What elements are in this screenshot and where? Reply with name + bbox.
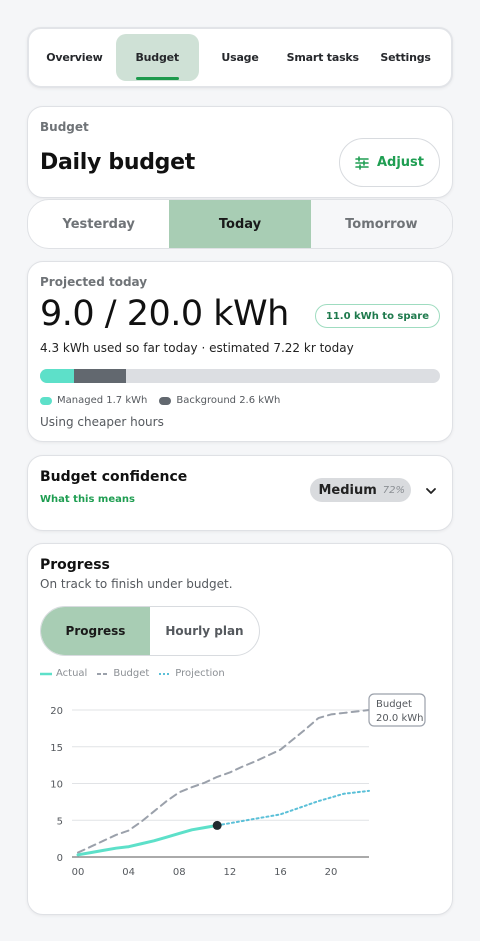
legend-background: Background 2.6 kWh	[159, 395, 280, 406]
tab-budget[interactable]: Budget	[115, 34, 199, 81]
budget-header-card: Budget Daily budget Adjust	[27, 106, 453, 198]
y-tick-label: 15	[50, 743, 63, 754]
y-tick-label: 20	[50, 706, 63, 717]
projected-card: Projected today 9.0 / 20.0 kWh 11.0 kWh …	[27, 261, 453, 442]
budget-callout-value: 20.0 kWh	[376, 713, 423, 724]
confidence-title: Budget confidence	[40, 469, 188, 485]
what-this-means-link[interactable]: What this means	[40, 494, 135, 505]
confidence-card[interactable]: Budget confidence What this means Medium…	[27, 455, 453, 531]
confidence-badge: Medium 72%	[310, 478, 411, 502]
top-nav: Overview Budget Usage Smart tasks Settin…	[27, 27, 453, 88]
confidence-percent: 72%	[382, 484, 405, 496]
y-tick-label: 10	[50, 780, 63, 791]
usage-bar	[40, 369, 440, 383]
sliders-icon	[355, 155, 369, 170]
projected-value: 9.0 / 20.0 kWh	[40, 294, 289, 334]
x-tick-label: 16	[274, 867, 287, 878]
current-point-marker	[212, 820, 222, 830]
usage-bar-managed	[40, 369, 74, 383]
spare-badge: 11.0 kWh to spare	[314, 304, 440, 328]
y-tick-label: 0	[57, 853, 63, 864]
tab-usage[interactable]: Usage	[199, 34, 282, 81]
progress-chart: 0 5 10 15 20 00 04 08 12 16 20 Budget 20.0 kWh	[50, 693, 426, 878]
progress-card: Progress On track to finish under budget…	[27, 543, 453, 915]
y-tick-label: 5	[57, 816, 63, 827]
budget-callout-title: Budget	[376, 699, 412, 710]
chevron-down-icon[interactable]	[424, 483, 438, 497]
x-tick-label: 00	[72, 867, 85, 878]
background-swatch	[159, 396, 172, 405]
projected-subline: 4.3 kWh used so far today · estimated 7.…	[40, 341, 354, 355]
managed-swatch	[40, 396, 52, 405]
confidence-level: Medium	[318, 482, 377, 498]
legend-managed-label: Managed 1.7 kWh	[57, 395, 148, 406]
series-budget-line	[77, 709, 370, 854]
tab-tomorrow[interactable]: Tomorrow	[310, 200, 452, 248]
legend-background-label: Background 2.6 kWh	[176, 395, 281, 406]
day-selector: Yesterday Today Tomorrow	[27, 199, 453, 249]
x-tick-label: 08	[173, 867, 186, 878]
x-tick-label: 04	[122, 867, 135, 878]
projected-eyebrow: Projected today	[40, 275, 148, 289]
tab-settings[interactable]: Settings	[364, 34, 447, 81]
adjust-button[interactable]: Adjust	[339, 138, 440, 187]
page-title: Daily budget	[40, 150, 195, 175]
usage-bar-background	[74, 369, 126, 383]
tab-yesterday[interactable]: Yesterday	[28, 200, 169, 248]
legend-managed: Managed 1.7 kWh	[40, 395, 147, 406]
tab-smart-tasks[interactable]: Smart tasks	[281, 34, 364, 81]
cheaper-hours-note: Using cheaper hours	[40, 415, 164, 429]
x-tick-label: 20	[325, 867, 338, 878]
usage-legend: Managed 1.7 kWh Background 2.6 kWh	[40, 395, 280, 406]
tab-today[interactable]: Today	[169, 200, 311, 248]
x-tick-label: 12	[223, 867, 236, 878]
budget-eyebrow: Budget	[40, 120, 89, 134]
tab-overview[interactable]: Overview	[33, 34, 116, 81]
series-actual-line	[76, 823, 219, 857]
adjust-label: Adjust	[376, 155, 425, 170]
